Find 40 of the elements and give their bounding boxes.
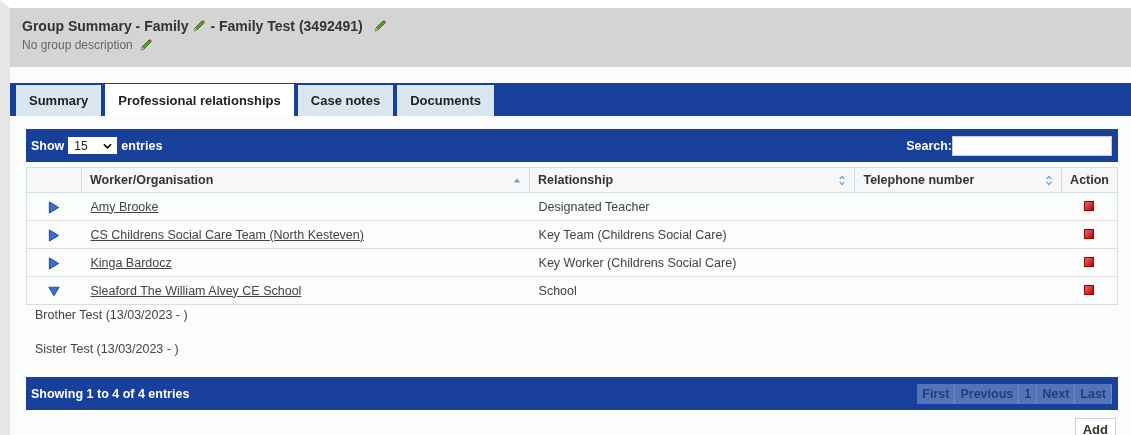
tab[interactable]: Professional relationships <box>103 84 294 116</box>
worker-link[interactable]: CS Childrens Social Care Team (North Kesteven) <box>90 227 364 242</box>
search-field[interactable] <box>952 135 1112 156</box>
expand-icon[interactable] <box>48 228 61 242</box>
add-button[interactable]: Add <box>1074 418 1116 435</box>
delete-icon[interactable] <box>1084 200 1095 211</box>
member-text: Brother Test (13/03/2023 - ) <box>35 308 189 322</box>
entries-select[interactable]: 15 <box>68 137 118 154</box>
show-label: Show <box>31 138 65 153</box>
pencil-icon[interactable] <box>372 19 387 33</box>
worker-link[interactable]: Sleaford The William Alvey CE School <box>90 283 302 298</box>
tab[interactable]: Documents <box>395 85 494 116</box>
delete-icon[interactable] <box>1084 256 1095 267</box>
collapse-icon[interactable] <box>48 284 61 298</box>
group-title: Group Summary - Family <box>22 18 189 34</box>
search-label: Search: <box>906 138 952 153</box>
expand-icon[interactable] <box>48 256 61 270</box>
delete-icon[interactable] <box>1084 228 1095 239</box>
tab[interactable]: Case notes <box>295 85 394 116</box>
expand-icon[interactable] <box>48 200 61 214</box>
relationship-text: School <box>538 283 577 298</box>
table-info: Showing 1 to 4 of 4 entries <box>31 386 190 401</box>
relationship-text: Key Team (Childrens Social Care) <box>538 227 727 242</box>
tab[interactable]: Summary <box>14 85 102 116</box>
member-text: Sister Test (13/03/2023 - ) <box>35 342 180 356</box>
delete-icon[interactable] <box>1084 284 1095 295</box>
relationship-text: Key Worker (Childrens Social Care) <box>538 255 737 270</box>
pencil-icon[interactable] <box>138 38 153 52</box>
group-subtitle: - Family Test (3492491) <box>210 18 363 34</box>
worker-link[interactable]: Kinga Bardocz <box>90 255 172 270</box>
relationship-text: Designated Teacher <box>538 199 650 214</box>
group-description: No group description <box>22 38 133 52</box>
column-header[interactable]: Worker/Organisation <box>81 167 530 193</box>
column-header[interactable]: Telephone number <box>854 167 1062 193</box>
pencil-icon[interactable] <box>192 19 207 33</box>
column-header[interactable]: Relationship <box>529 167 855 193</box>
worker-link[interactable]: Amy Brooke <box>90 199 159 214</box>
dropdown-caret-icon <box>103 142 113 149</box>
column-header: Action <box>1061 167 1118 193</box>
entries-label: entries <box>121 138 163 153</box>
